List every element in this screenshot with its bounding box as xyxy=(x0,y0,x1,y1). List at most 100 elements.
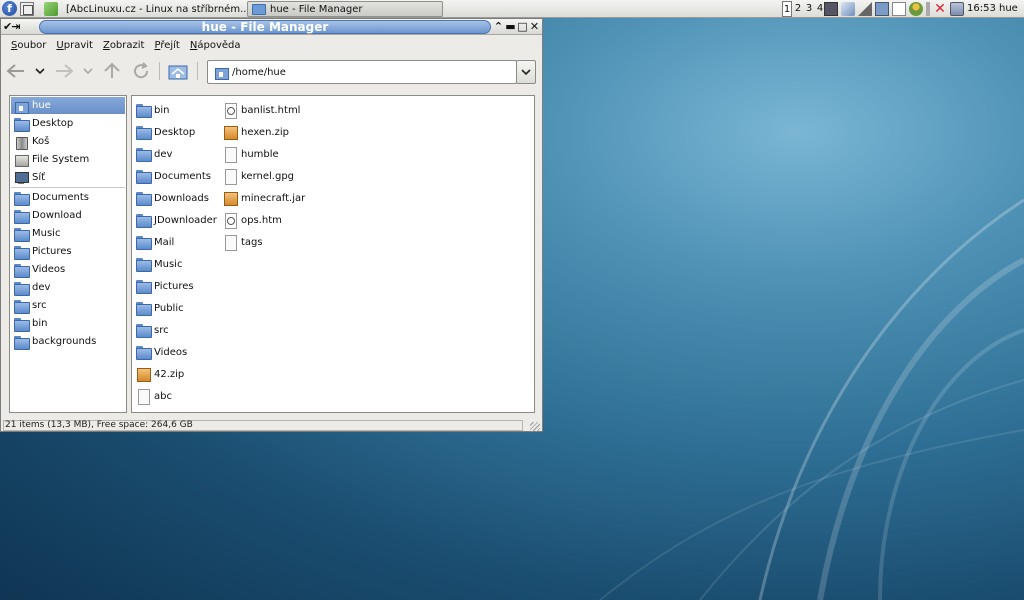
file-item[interactable]: abc xyxy=(136,387,172,405)
user-menu[interactable]: hue xyxy=(999,1,1018,17)
file-item[interactable]: 42.zip xyxy=(136,365,184,383)
shade-button[interactable]: ⌃ xyxy=(493,19,504,34)
clock[interactable]: 16:53 xyxy=(967,1,996,17)
home-button[interactable] xyxy=(167,60,189,82)
file-item[interactable]: ops.htm xyxy=(223,211,282,229)
file-name: dev xyxy=(154,148,173,160)
taskbar-item-file-manager[interactable]: hue - File Manager xyxy=(247,1,443,17)
network-manager-icon[interactable] xyxy=(875,2,889,16)
text-file-icon xyxy=(223,235,237,251)
back-history-dropdown[interactable] xyxy=(34,60,46,82)
fedora-menu-icon[interactable]: f xyxy=(2,1,17,16)
file-item[interactable]: Pictures xyxy=(136,277,194,295)
show-desktop-icon[interactable] xyxy=(20,2,34,16)
window-menu-icon[interactable]: ✔⇥ xyxy=(3,20,20,33)
home-folder-icon xyxy=(214,65,229,80)
maximize-button[interactable]: □ xyxy=(517,19,528,34)
forward-history-dropdown[interactable] xyxy=(82,60,94,82)
cpu-monitor-icon[interactable] xyxy=(824,2,838,16)
file-name: JDownloader xyxy=(154,214,217,226)
text-file-icon xyxy=(136,389,150,405)
file-item[interactable]: Downloads xyxy=(136,189,209,207)
workspace-3[interactable]: 3 xyxy=(804,1,814,17)
file-item[interactable]: Documents xyxy=(136,167,211,185)
menu-logo-glyph: f xyxy=(7,2,12,15)
workspace-1[interactable]: 1 xyxy=(782,1,792,17)
sidebar-item-src[interactable]: src xyxy=(11,297,125,314)
forward-button[interactable] xyxy=(53,60,75,82)
taskbar-item-browser[interactable]: [AbcLinuxu.cz - Linux na stříbrném... xyxy=(62,1,246,17)
file-item[interactable]: hexen.zip xyxy=(223,123,289,141)
minimize-button[interactable]: ▬ xyxy=(505,19,516,34)
file-name: 42.zip xyxy=(154,368,185,380)
file-item[interactable]: Videos xyxy=(136,343,187,361)
signal-strength-icon[interactable] xyxy=(858,2,872,16)
file-item[interactable]: src xyxy=(136,321,169,339)
file-item[interactable]: minecraft.jar xyxy=(223,189,305,207)
folder-icon xyxy=(14,263,30,278)
file-item[interactable]: kernel.gpg xyxy=(223,167,294,185)
file-item[interactable]: tags xyxy=(223,233,263,251)
back-button[interactable] xyxy=(5,60,27,82)
menu-upravit[interactable]: Upravit xyxy=(52,37,97,55)
sidebar-item-pictures[interactable]: Pictures xyxy=(11,243,125,260)
sidebar-item-videos[interactable]: Videos xyxy=(11,261,125,278)
file-item[interactable]: Desktop xyxy=(136,123,195,141)
sidebar-item-dev[interactable]: dev xyxy=(11,279,125,296)
home-icon xyxy=(14,99,29,114)
file-item[interactable]: banlist.html xyxy=(223,101,300,119)
sidebar-item-trash[interactable]: Koš xyxy=(11,133,125,150)
workspace-pager: 1 2 3 4 xyxy=(782,1,825,17)
sidebar-item-download[interactable]: Download xyxy=(11,207,125,224)
up-button[interactable] xyxy=(101,60,123,82)
sidebar-item-label: Pictures xyxy=(32,246,72,257)
sidebar-item-hue[interactable]: hue xyxy=(11,97,125,114)
file-item[interactable]: JDownloader xyxy=(136,211,217,229)
sidebar-item-music[interactable]: Music xyxy=(11,225,125,242)
file-item[interactable]: dev xyxy=(136,145,172,163)
menu-zobrazit[interactable]: Zobrazit xyxy=(99,37,149,55)
file-item[interactable]: Mail xyxy=(136,233,174,251)
folder-icon xyxy=(136,147,152,162)
archive-icon xyxy=(136,367,151,382)
sidebar-item-backgrounds[interactable]: backgrounds xyxy=(11,333,125,350)
user-status-icon[interactable] xyxy=(909,2,923,16)
file-item[interactable]: humble xyxy=(223,145,279,163)
music-folder-icon xyxy=(136,257,152,272)
documents-folder-icon xyxy=(136,169,152,184)
folder-icon xyxy=(14,335,30,350)
location-dropdown-button[interactable] xyxy=(516,60,536,84)
file-name: Downloads xyxy=(154,192,209,204)
close-button[interactable]: ✕ xyxy=(529,19,540,34)
forward-icon xyxy=(56,64,74,78)
file-item[interactable]: Public xyxy=(136,299,184,317)
sidebar-item-desktop[interactable]: Desktop xyxy=(11,115,125,132)
window-titlebar[interactable]: ✔⇥ hue - File Manager ⌃ ▬ □ ✕ xyxy=(1,19,542,35)
browser-launcher-icon[interactable] xyxy=(44,2,58,16)
battery-icon[interactable] xyxy=(950,2,964,16)
sidebar-item-network[interactable]: Síť xyxy=(11,169,125,186)
file-name: Videos xyxy=(154,346,188,358)
sidebar-item-documents[interactable]: Documents xyxy=(11,189,125,206)
html-file-icon xyxy=(223,103,237,119)
mail-icon[interactable] xyxy=(892,2,906,16)
desktop-folder-icon xyxy=(136,125,152,140)
file-view[interactable]: bin Desktop dev Documents Downloads JDow… xyxy=(131,95,535,413)
file-name: hexen.zip xyxy=(241,126,289,138)
workspace-2[interactable]: 2 xyxy=(793,1,803,17)
file-item[interactable]: bin xyxy=(136,101,169,119)
resize-grip[interactable] xyxy=(530,422,540,432)
folder-icon xyxy=(136,323,152,338)
file-item[interactable]: Music xyxy=(136,255,182,273)
wifi-icon[interactable] xyxy=(841,2,855,16)
menu-napoveda[interactable]: Nápověda xyxy=(186,37,245,55)
archive-icon xyxy=(223,125,238,140)
location-bar[interactable]: /home/hue xyxy=(207,60,517,84)
menu-prejit[interactable]: Přejít xyxy=(150,37,183,55)
sidebar-item-filesystem[interactable]: File System xyxy=(11,151,125,168)
sidebar-item-label: Desktop xyxy=(32,118,74,129)
tools-icon[interactable]: ✕ xyxy=(933,2,947,16)
menu-soubor[interactable]: Soubor xyxy=(7,37,50,55)
sidebar-item-bin[interactable]: bin xyxy=(11,315,125,332)
reload-button[interactable] xyxy=(130,60,152,82)
